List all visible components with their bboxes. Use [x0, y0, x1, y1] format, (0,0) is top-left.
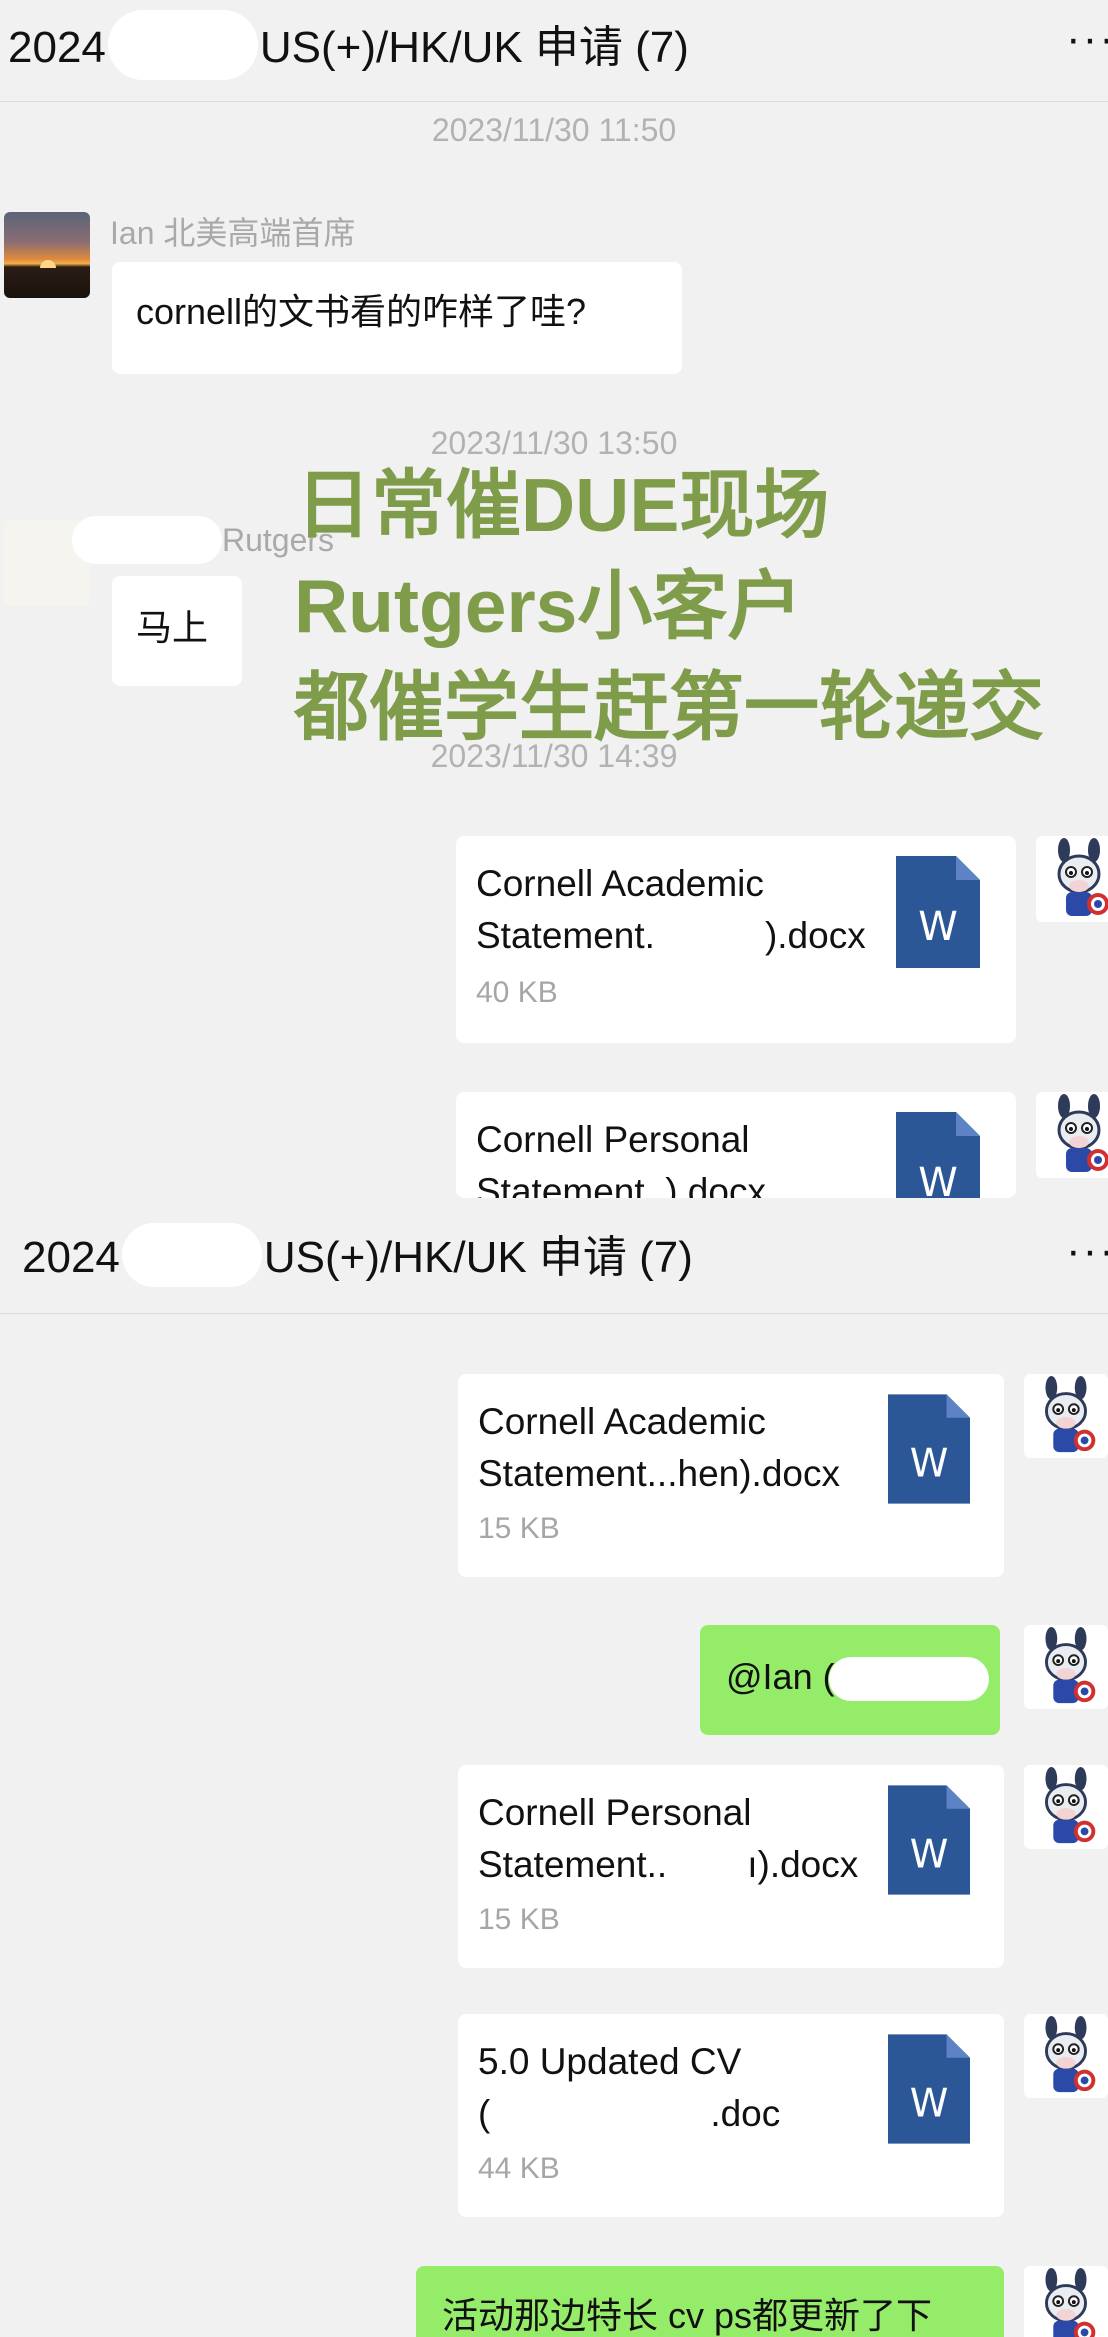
file-name-line: Cornell Personal	[478, 1792, 752, 1833]
word-doc-icon: W	[896, 856, 980, 968]
file-size: 44 KB	[478, 2152, 560, 2185]
file-name-line: Cornell Personal	[476, 1119, 750, 1160]
redacted-block	[72, 516, 222, 564]
word-doc-icon: W	[888, 1394, 970, 1504]
svg-text:W: W	[918, 904, 958, 950]
file-name: 5.0 Updated CV (.doc	[478, 2036, 780, 2140]
svg-text:W: W	[918, 1160, 958, 1198]
donkey-avatar-icon[interactable]	[1024, 1374, 1108, 1458]
file-message[interactable]: Cornell Academic Statement.).docx 40 KB …	[456, 836, 1016, 1043]
file-name: Cornell Academic Statement...hen).docx	[478, 1396, 840, 1500]
overlay-line: 日常催DUE现场	[296, 463, 830, 547]
chat-title[interactable]: 2024 US(+)/HK/UK 申请 (7)	[22, 1223, 693, 1288]
donkey-avatar-icon[interactable]	[1024, 1765, 1108, 1849]
message-bubble[interactable]: cornell的文书看的咋样了哇?	[112, 262, 682, 374]
donkey-avatar-icon[interactable]	[1036, 1092, 1108, 1178]
title-year: 2024	[22, 1233, 120, 1282]
svg-text:W: W	[910, 1441, 949, 1486]
word-doc-icon: W	[888, 2034, 970, 2144]
file-name-line: Statement.. ı).docx	[478, 1844, 859, 1885]
chat-title[interactable]: 2024 US(+)/HK/UK 申请 (7)	[8, 10, 689, 81]
svg-text:W: W	[910, 1832, 949, 1877]
message-text: cornell的文书看的咋样了哇?	[136, 291, 587, 332]
file-message[interactable]: Cornell Academic Statement...hen).docx 1…	[458, 1374, 1004, 1577]
file-name-line: (.doc	[478, 2093, 781, 2134]
overlay-caption: 日常催DUE现场 Rutgers小客户 都催学生赶第一轮递交	[294, 455, 1045, 758]
donkey-avatar-icon[interactable]	[1024, 2014, 1108, 2098]
file-size: 40 KB	[476, 976, 558, 1009]
overlay-line: Rutgers小客户	[294, 564, 803, 648]
message-bubble[interactable]: 活动那边特长 cv ps都更新了下	[416, 2266, 1004, 2337]
title-text: US(+)/HK/UK 申请 (7)	[263, 1233, 693, 1282]
more-icon[interactable]: ···	[1066, 1226, 1108, 1276]
donkey-avatar-icon[interactable]	[1036, 836, 1108, 922]
redacted-block	[121, 1223, 262, 1288]
file-name-line: Statement.).docx	[476, 915, 866, 956]
sunset-avatar[interactable]	[4, 212, 90, 298]
sender-name: Ian 北美高端首席	[110, 215, 356, 251]
overlay-line: 都催学生赶第一轮递交	[294, 665, 1045, 749]
file-name-line: Cornell Academic	[478, 1401, 766, 1442]
file-message[interactable]: 5.0 Updated CV (.doc 44 KB W	[458, 2014, 1004, 2217]
message-bubble[interactable]: 马上	[112, 576, 242, 686]
file-name: Cornell Academic Statement.).docx	[476, 858, 866, 962]
donkey-avatar-icon[interactable]	[1024, 1625, 1108, 1709]
file-name: Cornell Personal Statement.. ı).docx	[478, 1787, 858, 1891]
file-name-line: Cornell Academic	[476, 863, 764, 904]
file-message[interactable]: Cornell Personal Statement.. ı).docx 15 K…	[458, 1765, 1004, 1968]
file-name-line: Statement...hen).docx	[478, 1453, 840, 1494]
message-text: 活动那边特长 cv ps都更新了下	[442, 2295, 933, 2336]
more-icon[interactable]: ···	[1066, 14, 1108, 64]
donkey-avatar-icon[interactable]	[1024, 2266, 1108, 2337]
chat-header: 2024 US(+)/HK/UK 申请 (7) ···	[0, 0, 1108, 102]
message-bubble[interactable]: @Ian (	[700, 1625, 1000, 1735]
file-message[interactable]: Cornell Personal Statement. ).docx W	[456, 1092, 1016, 1198]
file-name: Cornell Personal Statement. ).docx	[476, 1114, 766, 1198]
file-name-line: 5.0 Updated CV	[478, 2041, 742, 2082]
file-size: 15 KB	[478, 1903, 560, 1936]
message-text: 马上	[136, 607, 209, 648]
chat-header: 2024 US(+)/HK/UK 申请 (7) ···	[0, 1198, 1108, 1314]
timestamp: 2023/11/30 11:50	[431, 112, 677, 148]
svg-text:W: W	[910, 2081, 949, 2126]
title-text: US(+)/HK/UK 申请 (7)	[259, 23, 689, 72]
file-name-line: Statement. ).docx	[476, 1171, 766, 1198]
message-text: @Ian (	[726, 1656, 835, 1697]
file-size: 15 KB	[478, 1512, 560, 1545]
title-year: 2024	[8, 23, 106, 72]
word-doc-icon: W	[896, 1112, 980, 1198]
redacted-block	[107, 10, 258, 81]
redacted-block	[828, 1657, 989, 1702]
word-doc-icon: W	[888, 1785, 970, 1895]
